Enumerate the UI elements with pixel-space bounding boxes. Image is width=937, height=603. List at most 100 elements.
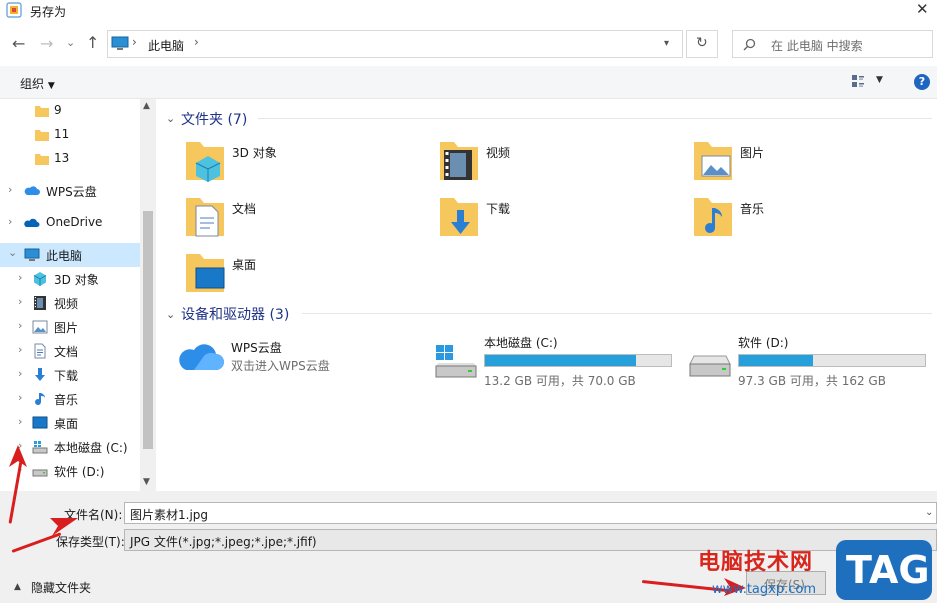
chevron-right-icon[interactable]: › xyxy=(18,391,22,404)
organize-button[interactable]: 组织 ▼ xyxy=(20,75,55,92)
scrollbar-thumb[interactable] xyxy=(143,211,153,449)
video-icon xyxy=(34,296,46,310)
computer-icon xyxy=(111,36,129,50)
app-icon xyxy=(6,2,22,18)
filename-value: 图片素材1.jpg xyxy=(130,508,209,522)
refresh-icon: ↻ xyxy=(696,35,708,51)
sidebar-item-13[interactable]: 13 xyxy=(0,147,140,171)
folder-tile-music[interactable]: 音乐 xyxy=(692,194,912,240)
wps-cloud-icon xyxy=(179,344,224,370)
sidebar-item-3d-objects[interactable]: › 3D 对象 xyxy=(0,267,140,291)
sidebar-item-documents[interactable]: › 文档 xyxy=(0,339,140,363)
music-folder-icon xyxy=(694,198,732,236)
downloads-folder-icon xyxy=(440,198,478,236)
chevron-down-icon[interactable]: ⌄ xyxy=(166,308,175,321)
folder-label: 视频 xyxy=(486,146,511,160)
folders-group-title[interactable]: 文件夹 (7) xyxy=(181,109,247,129)
sidebar-item-pictures[interactable]: › 图片 xyxy=(0,315,140,339)
sidebar-item-11[interactable]: 11 xyxy=(0,123,140,147)
address-dropdown-icon[interactable]: ▾ xyxy=(664,38,669,49)
folder-tile-desktop[interactable]: 桌面 xyxy=(184,250,404,296)
folder-tile-downloads[interactable]: 下载 xyxy=(438,194,658,240)
sidebar-item-onedrive[interactable]: › OneDrive xyxy=(0,211,140,235)
documents-folder-icon xyxy=(186,198,224,237)
title-bar: 另存为 ✕ xyxy=(0,0,937,22)
search-box[interactable]: 在 此电脑 中搜索 xyxy=(732,30,933,58)
chevron-up-icon[interactable]: ▲ xyxy=(14,582,21,592)
computer-icon xyxy=(24,248,40,261)
onedrive-icon xyxy=(24,218,40,227)
drive-tile-d[interactable]: 软件 (D:) 97.3 GB 可用，共 162 GB xyxy=(684,332,934,388)
scroll-up-icon[interactable]: ▲ xyxy=(143,101,150,111)
sidebar-scrollbar[interactable]: ▲ ▼ xyxy=(140,99,156,491)
folder-tile-3d-objects[interactable]: 3D 对象 xyxy=(184,138,404,184)
close-icon[interactable]: ✕ xyxy=(916,0,929,18)
view-dropdown-icon[interactable]: ▼ xyxy=(876,75,883,85)
scroll-down-icon[interactable]: ▼ xyxy=(143,477,150,487)
chevron-right-icon[interactable]: › xyxy=(8,183,12,196)
watermark-url: www.tagxp.com xyxy=(712,582,816,597)
chevron-right-icon[interactable]: › xyxy=(18,415,22,428)
sidebar-item-downloads[interactable]: › 下载 xyxy=(0,363,140,387)
folder-label: 桌面 xyxy=(232,258,257,272)
chevron-right-icon[interactable]: › xyxy=(8,215,12,228)
recent-locations-icon[interactable]: ⌄ xyxy=(66,36,75,49)
sidebar-item-label: 3D 对象 xyxy=(54,273,99,287)
chevron-right-icon[interactable]: › xyxy=(18,295,22,308)
folder-label: 音乐 xyxy=(740,202,765,216)
address-segment[interactable]: 此电脑 xyxy=(148,37,184,54)
organize-dropdown-icon: ▼ xyxy=(47,81,55,91)
drive-tile-c[interactable]: 本地磁盘 (C:) 13.2 GB 可用，共 70.0 GB xyxy=(430,332,680,388)
forward-icon[interactable]: → xyxy=(40,34,53,53)
annotation-arrowhead xyxy=(9,445,27,467)
sidebar-item-label: 软件 (D:) xyxy=(54,465,105,479)
filename-input[interactable]: 图片素材1.jpg ⌄ xyxy=(124,502,937,524)
chevron-down-icon[interactable]: ⌄ xyxy=(166,112,175,125)
folder-label: 下载 xyxy=(486,202,511,216)
folder-label: 图片 xyxy=(740,146,765,160)
sidebar-item-label: 13 xyxy=(54,151,70,165)
chevron-right-icon[interactable]: › xyxy=(18,319,22,332)
filename-dropdown-icon[interactable]: ⌄ xyxy=(925,507,933,518)
wps-cloud-name: WPS云盘 xyxy=(231,341,282,355)
sidebar-item-label: 文档 xyxy=(54,345,79,359)
sidebar-item-label: 本地磁盘 (C:) xyxy=(54,441,128,455)
folder-tile-pictures[interactable]: 图片 xyxy=(692,138,912,184)
drive-name: 软件 (D:) xyxy=(738,336,789,350)
sidebar-item-9[interactable]: 9 xyxy=(0,99,140,123)
up-icon[interactable]: ↑ xyxy=(86,33,99,52)
sidebar-item-label: 11 xyxy=(54,127,70,141)
group-divider xyxy=(302,313,932,314)
address-separator-icon: › xyxy=(194,35,199,49)
organize-label: 组织 xyxy=(20,77,45,91)
address-bar[interactable]: › 此电脑 › ▾ xyxy=(107,30,683,58)
view-options-icon[interactable] xyxy=(851,74,865,88)
chevron-right-icon[interactable]: › xyxy=(18,367,22,380)
annotation-arrowhead xyxy=(50,518,78,536)
refresh-button[interactable]: ↻ xyxy=(686,30,718,58)
folder-tile-videos[interactable]: 视频 xyxy=(438,138,658,184)
wps-cloud-tile[interactable]: WPS云盘 双击进入WPS云盘 xyxy=(178,334,418,378)
chevron-down-icon[interactable]: ⌄ xyxy=(8,246,17,259)
hide-folders-toggle[interactable]: 隐藏文件夹 xyxy=(31,579,91,596)
sidebar-item-wps-cloud[interactable]: › WPS云盘 xyxy=(0,179,140,203)
sidebar-item-label: 下载 xyxy=(54,369,79,383)
sidebar-item-desktop[interactable]: › 桌面 xyxy=(0,411,140,435)
back-icon[interactable]: ← xyxy=(12,34,25,53)
chevron-right-icon[interactable]: › xyxy=(18,343,22,356)
sidebar-item-videos[interactable]: › 视频 xyxy=(0,291,140,315)
drive-free-space: 97.3 GB 可用，共 162 GB xyxy=(738,374,886,388)
sidebar-item-label: 9 xyxy=(54,103,62,117)
devices-group-title[interactable]: 设备和驱动器 (3) xyxy=(181,304,289,324)
sidebar-item-label: 此电脑 xyxy=(46,249,83,263)
drive-icon xyxy=(689,355,731,377)
chevron-right-icon[interactable]: › xyxy=(18,271,22,284)
help-icon[interactable]: ? xyxy=(914,74,930,90)
sidebar-item-this-pc[interactable]: ⌄ 此电脑 xyxy=(0,243,140,267)
folder-icon xyxy=(35,154,49,165)
folder-icon xyxy=(35,106,49,117)
sidebar-item-music[interactable]: › 音乐 xyxy=(0,387,140,411)
drive-free-space: 13.2 GB 可用，共 70.0 GB xyxy=(484,374,636,388)
filetype-value: JPG 文件(*.jpg;*.jpeg;*.jpe;*.jfif) xyxy=(130,535,317,549)
folder-tile-documents[interactable]: 文档 xyxy=(184,194,404,240)
